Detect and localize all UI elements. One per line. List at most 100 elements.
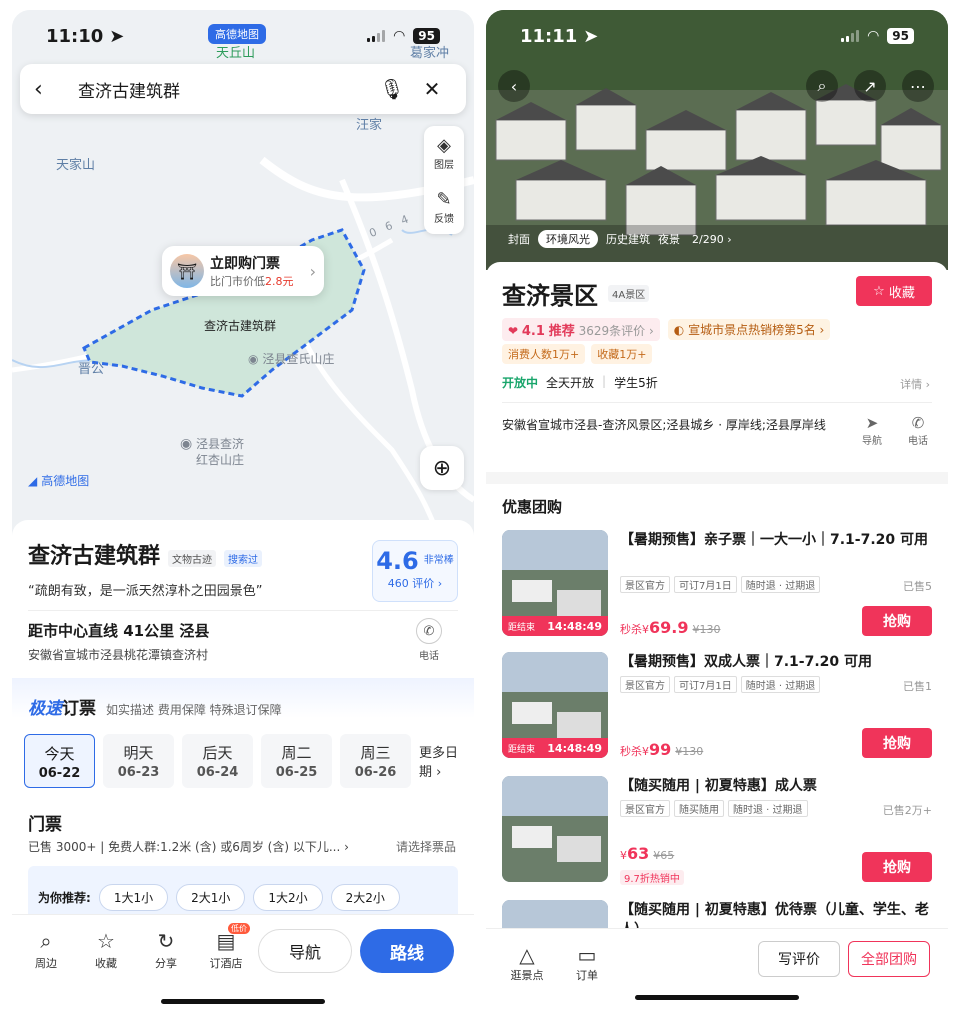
all-deals-button[interactable]: 全部团购 bbox=[848, 941, 930, 977]
orders-tab[interactable]: ▭ 订单 bbox=[562, 943, 612, 983]
rank-pill[interactable]: ◐ 宣城市景点热销榜第5名 › bbox=[667, 319, 831, 340]
phone-button[interactable]: ✆ 电话 bbox=[416, 618, 442, 662]
map-label-top-right: 葛家冲 bbox=[410, 46, 450, 61]
explore-tab[interactable]: △ 逛景点 bbox=[502, 943, 552, 983]
deal-tag: 可订7月1日 bbox=[674, 676, 737, 693]
pavilion-icon: ⛩ bbox=[170, 254, 204, 288]
chevron-right-icon: › bbox=[436, 765, 442, 780]
buy-button[interactable]: 抢购 bbox=[862, 728, 932, 758]
buy-button[interactable]: 抢购 bbox=[862, 852, 932, 882]
recommend-chip[interactable]: 1大2小 bbox=[253, 883, 323, 911]
favorite-button[interactable]: ☆ 收藏 bbox=[856, 276, 932, 306]
nearby-tab[interactable]: ⌕ 周边 bbox=[22, 929, 70, 971]
amap-logo: ◢ 高德地图 bbox=[28, 473, 90, 489]
deal-title: 【暑期预售】亲子票｜一大一小｜7.1-7.20 可用 bbox=[620, 532, 929, 548]
open-hours: 全天开放 bbox=[546, 376, 595, 390]
search-bar[interactable]: ‹ 查济古建筑群 🎙 ✕ bbox=[20, 64, 466, 114]
deal-tag: 随时退 · 过期退 bbox=[728, 800, 808, 817]
date-option[interactable]: 周三 06-26 bbox=[340, 734, 411, 788]
gallery-tab[interactable]: 封面 bbox=[508, 231, 530, 247]
navigate-button[interactable]: 导航 bbox=[258, 929, 352, 973]
write-review-button[interactable]: 写评价 bbox=[758, 941, 840, 977]
more-dates-button[interactable]: 更多日期 › bbox=[419, 734, 465, 788]
map-label-jingong: 晋公 bbox=[78, 362, 105, 377]
date-picker: 今天 06-22 明天 06-23 后天 06-24 周二 06-25 周三 06-26 … bbox=[24, 734, 465, 788]
book-hotel-tab[interactable]: 低价 ▤ 订酒店 bbox=[202, 923, 250, 971]
booking-guarantees: 如实描述 费用保障 特殊退订保障 bbox=[106, 703, 282, 717]
phone-button[interactable]: ✆ 电话 bbox=[902, 414, 934, 447]
gallery-tab-active[interactable]: 环境风光 bbox=[538, 230, 598, 248]
date-option[interactable]: 周二 06-25 bbox=[261, 734, 332, 788]
gallery-tab[interactable]: 历史建筑 bbox=[606, 231, 650, 247]
deal-thumbnail: 距结束 14:48:49 bbox=[502, 530, 608, 636]
poi-red-apricot[interactable]: ◉ 泾县查济 红杏山庄 bbox=[180, 436, 244, 468]
order-icon: ▭ bbox=[577, 943, 597, 967]
layers-button[interactable]: ◈ 图层 bbox=[424, 126, 464, 180]
poi-category-tag: 文物古迹 bbox=[168, 550, 217, 567]
star-icon: ☆ bbox=[873, 283, 885, 299]
more-icon: ⋯ bbox=[910, 76, 926, 96]
phone-icon: ✆ bbox=[911, 414, 925, 432]
share-button[interactable]: ↗ bbox=[854, 70, 886, 102]
scenic-info-card: 查济景区 4A景区 ☆ 收藏 ❤ 4.1 推荐 3629条评价 › ◐ 宣城市景点… bbox=[486, 262, 948, 472]
poi-quote: “疏朗有致，是一派天然淳朴之田园景色” bbox=[28, 584, 263, 599]
locate-button[interactable]: ⊕ bbox=[420, 446, 464, 490]
chevron-right-icon: › bbox=[309, 261, 316, 281]
feedback-button[interactable]: ✎ 反馈 bbox=[424, 180, 464, 234]
select-ticket-link[interactable]: 请选择票品 bbox=[396, 838, 456, 855]
detail-link[interactable]: 详情 › bbox=[900, 376, 930, 392]
poi-zha-manor[interactable]: ◉ 泾县查氏山庄 bbox=[248, 350, 334, 367]
date-option-today[interactable]: 今天 06-22 bbox=[24, 734, 95, 788]
scenic-detail-screen: 11:11 ➤ ◠ 95 ‹ ⌕ ↗ ⋯ 封面 环境风光 历史建筑 夜景 2/2… bbox=[486, 10, 948, 1014]
navigate-button[interactable]: ➤ 导航 bbox=[856, 414, 888, 447]
buy-ticket-bubble[interactable]: ⛩ 立即购门票 比门市价低2.8元 › bbox=[162, 246, 324, 296]
recommend-chip[interactable]: 2大1小 bbox=[176, 883, 246, 911]
deal-sold: 已售1 bbox=[903, 680, 932, 693]
deal-thumbnail bbox=[502, 900, 608, 928]
close-icon[interactable]: ✕ bbox=[412, 77, 452, 101]
deal-card[interactable]: 距结束 14:48:49 【暑期预售】双成人票｜7.1-7.20 可用 景区官方 … bbox=[502, 652, 932, 762]
distance-info: 距市中心直线 41公里 泾县 bbox=[28, 622, 210, 640]
amap-logo-icon: ◢ bbox=[28, 473, 38, 488]
search-input[interactable]: 查济古建筑群 bbox=[68, 77, 372, 102]
recommend-chip[interactable]: 1大1小 bbox=[98, 883, 169, 911]
pen-icon: ✎ bbox=[436, 188, 452, 210]
hero-photo[interactable]: 11:11 ➤ ◠ 95 ‹ ⌕ ↗ ⋯ 封面 环境风光 历史建筑 夜景 2/2… bbox=[486, 10, 948, 270]
status-bar: 11:11 ➤ ◠ 95 bbox=[486, 10, 948, 62]
gallery-tab[interactable]: 夜景 bbox=[658, 231, 680, 247]
deal-card[interactable]: 【随买随用 | 初夏特惠】优待票（儿童、学生、老人） bbox=[502, 900, 932, 928]
map-label-top-poi: 天丘山 bbox=[216, 46, 256, 61]
grade-tag: 4A景区 bbox=[608, 285, 650, 302]
deal-card[interactable]: 距结束 14:48:49 【暑期预售】亲子票｜一大一小｜7.1-7.20 可用 景… bbox=[502, 530, 932, 640]
mountain-icon: △ bbox=[519, 943, 535, 967]
recommend-chip[interactable]: 2大2小 bbox=[330, 883, 400, 911]
tickets-summary[interactable]: 已售 3000+ | 免费人群:1.2米 (含) 或6周岁 (含) 以下儿...… bbox=[28, 838, 349, 855]
microphone-icon[interactable]: 🎙 bbox=[372, 77, 412, 101]
favorite-tab[interactable]: ☆ 收藏 bbox=[82, 929, 130, 971]
buy-button[interactable]: 抢购 bbox=[862, 606, 932, 636]
map-view[interactable]: 11:10 ➤ ◠ 95 高德地图 天丘山 葛家冲 ‹ 查济古建筑群 🎙 ✕ 汪… bbox=[12, 10, 474, 550]
deal-card[interactable]: 【随买随用 | 初夏特惠】成人票 景区官方 随买随用 随时退 · 过期退 已售2… bbox=[502, 776, 932, 886]
gallery-tabs: 封面 环境风光 历史建筑 夜景 2/290 › bbox=[508, 230, 732, 248]
back-icon: ‹ bbox=[510, 76, 518, 96]
gallery-count[interactable]: 2/290 › bbox=[692, 233, 732, 246]
map-poi-label[interactable]: 查济古建筑群 bbox=[204, 317, 276, 334]
back-button[interactable]: ‹ bbox=[498, 70, 530, 102]
star-icon: ☆ bbox=[97, 929, 115, 953]
heart-icon: ❤ bbox=[508, 324, 519, 338]
rating-pill[interactable]: ❤ 4.1 推荐 3629条评价 › bbox=[502, 318, 660, 341]
route-button[interactable]: 路线 bbox=[360, 929, 454, 973]
share-tab[interactable]: ↻ 分享 bbox=[142, 929, 190, 971]
map-tools: ◈ 图层 ✎ 反馈 bbox=[424, 126, 464, 234]
open-status: 开放中 bbox=[502, 376, 539, 390]
signal-icon bbox=[841, 30, 860, 42]
search-button[interactable]: ⌕ bbox=[806, 70, 838, 102]
more-button[interactable]: ⋯ bbox=[902, 70, 934, 102]
date-option[interactable]: 明天 06-23 bbox=[103, 734, 174, 788]
date-option[interactable]: 后天 06-24 bbox=[182, 734, 253, 788]
back-icon[interactable]: ‹ bbox=[34, 77, 68, 102]
navigation-arrow-icon: ➤ bbox=[865, 414, 879, 432]
rating-card[interactable]: 4.6 非常棒 460 评价 › bbox=[372, 540, 458, 602]
deal-tag: 随买随用 bbox=[674, 800, 724, 817]
location-arrow-icon: ➤ bbox=[109, 25, 125, 47]
